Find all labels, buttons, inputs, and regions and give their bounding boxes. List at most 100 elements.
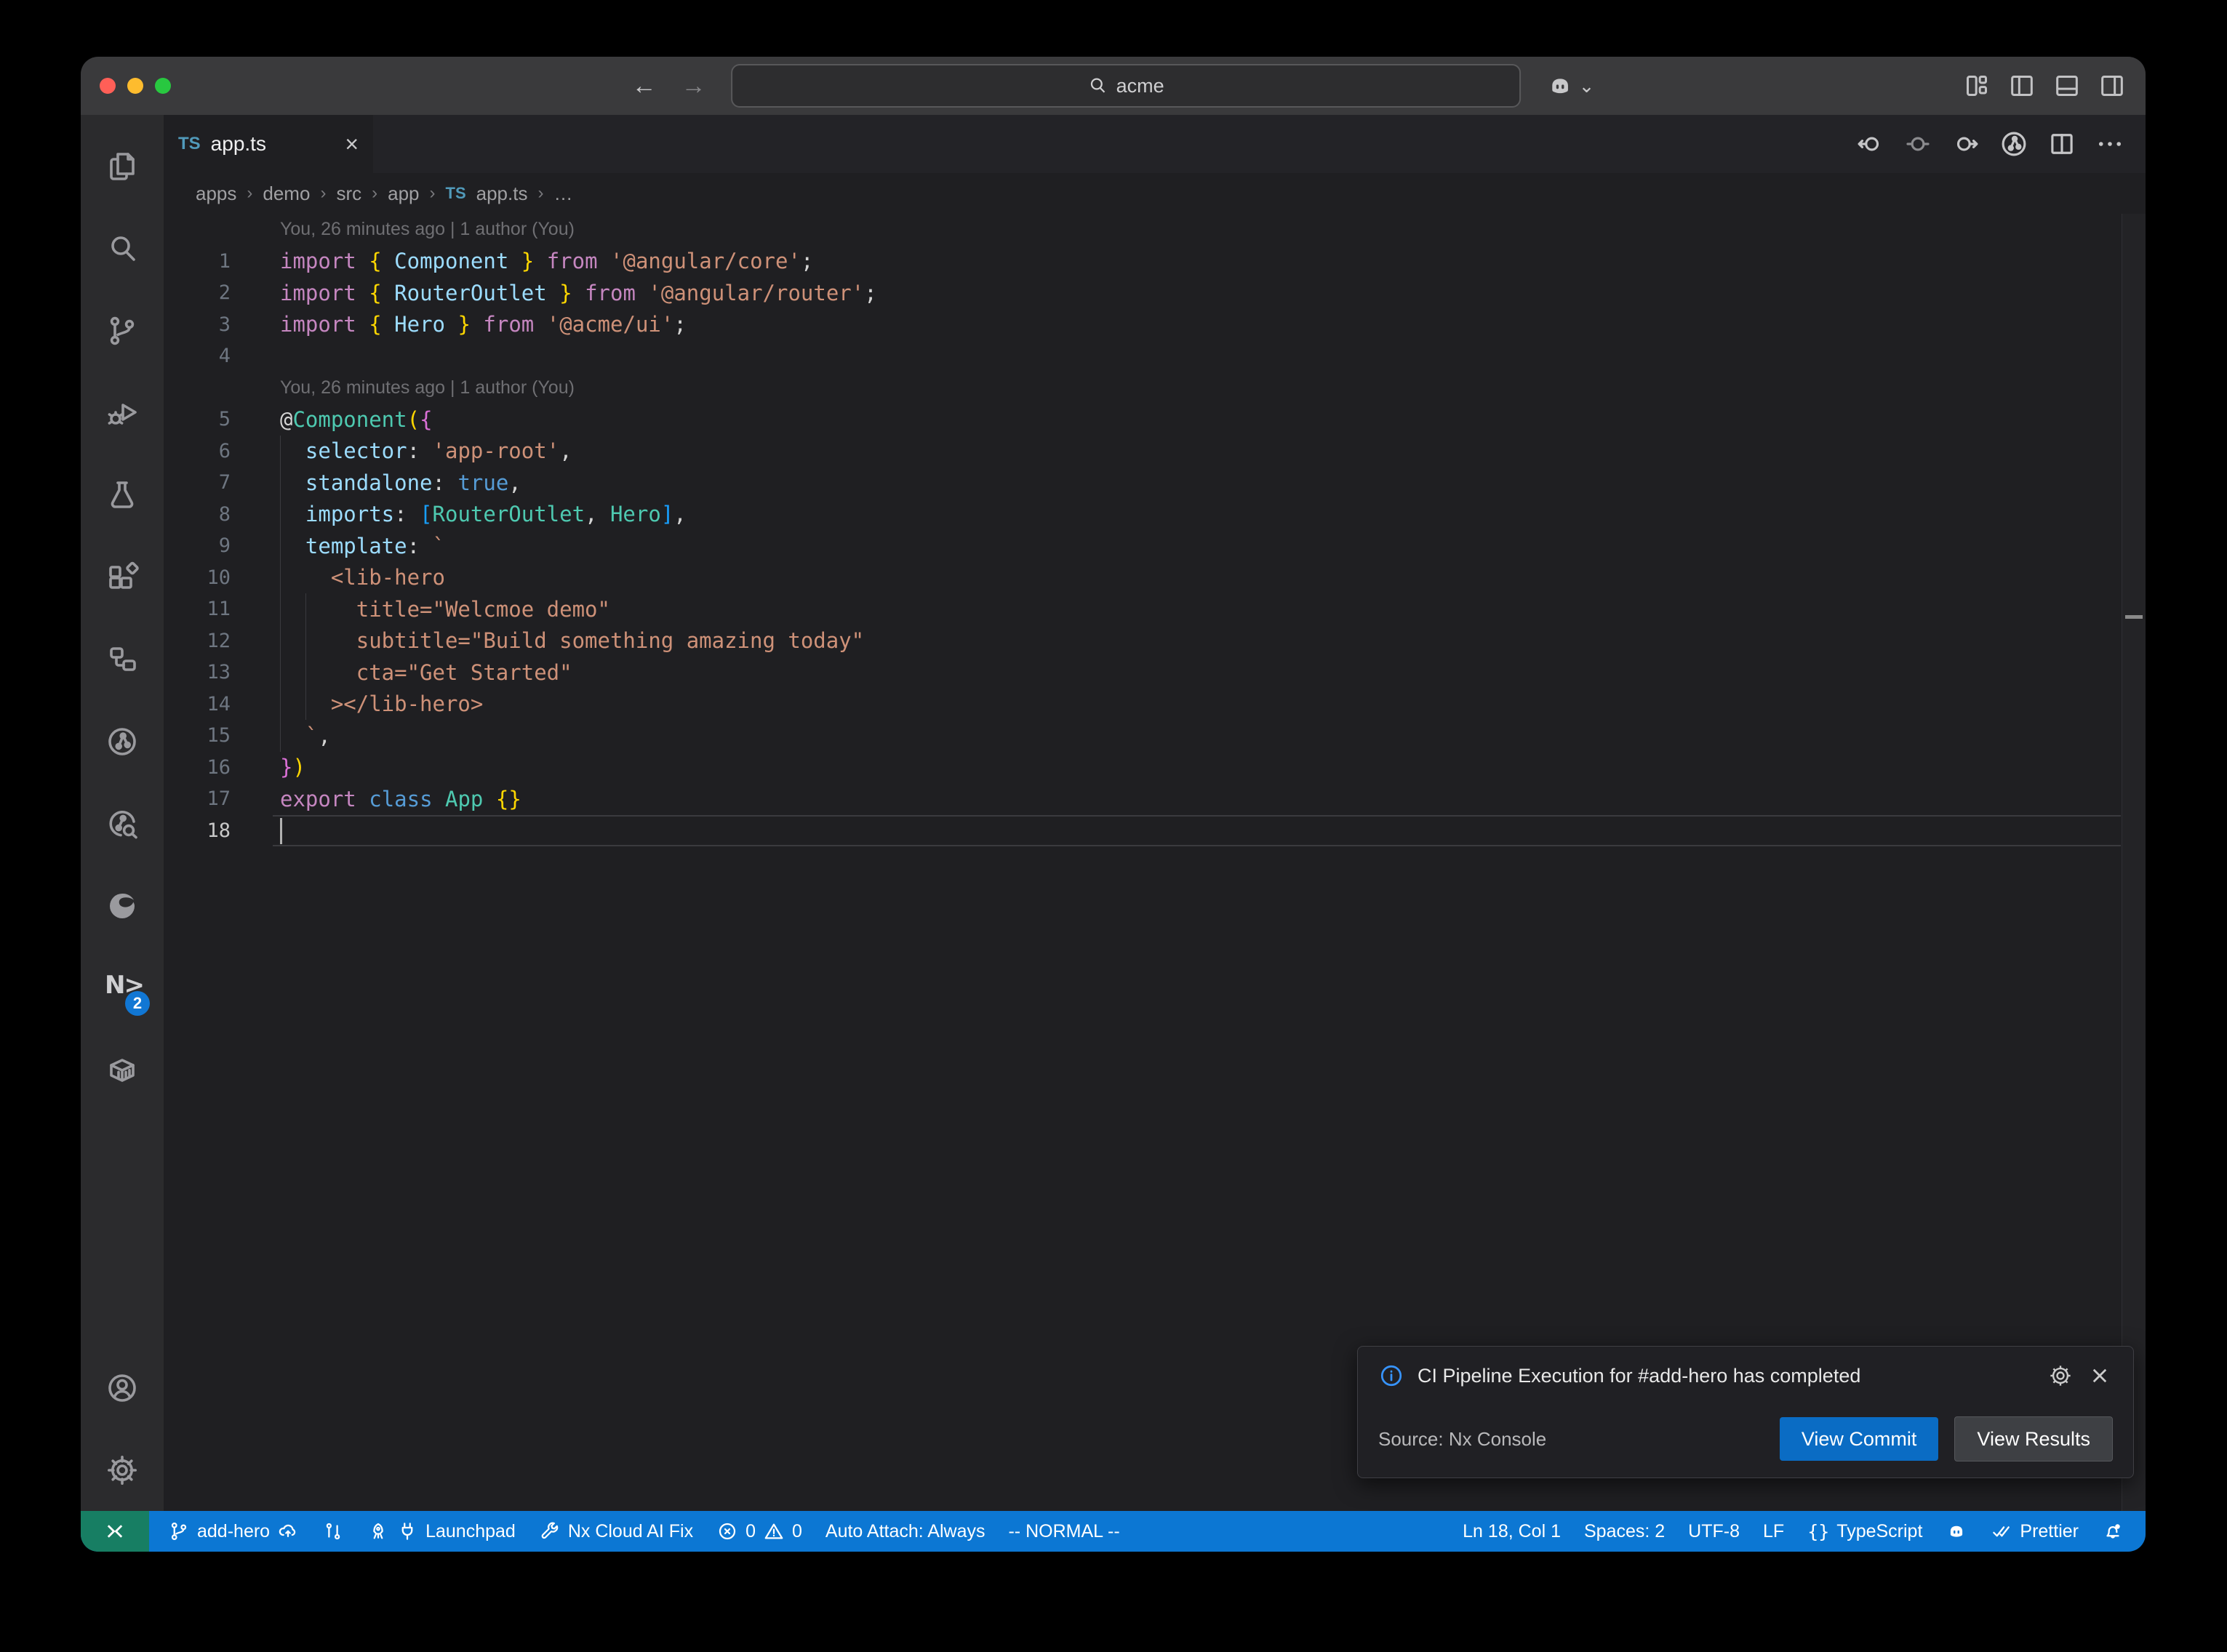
vim-mode-status-item[interactable]: -- NORMAL -- bbox=[996, 1511, 1131, 1552]
indentation-status-item[interactable]: Spaces: 2 bbox=[1572, 1511, 1676, 1552]
editor-scrollbar[interactable] bbox=[2122, 214, 2146, 1511]
code-line-17[interactable]: 17export class App {} bbox=[164, 783, 2146, 815]
view-results-button[interactable]: View Results bbox=[1954, 1416, 2113, 1461]
status-label: LF bbox=[1763, 1521, 1784, 1542]
code-line-8[interactable]: 8 imports: [RouterOutlet, Hero], bbox=[164, 499, 2146, 531]
git-branch-icon bbox=[105, 313, 140, 348]
extensions-icon bbox=[105, 560, 140, 595]
breadcrumb-item-src[interactable]: src bbox=[336, 183, 361, 205]
nx-cloud-fix-status-item[interactable]: Nx Cloud AI Fix bbox=[527, 1511, 705, 1552]
activity-bar: N>2 bbox=[81, 115, 164, 1511]
git-blame-annotation[interactable]: You, 26 minutes ago | 1 author (You) bbox=[164, 372, 2146, 404]
copilot-status-item[interactable] bbox=[1934, 1511, 1979, 1552]
breadcrumb-item-demo[interactable]: demo bbox=[263, 183, 310, 205]
nav-forward-circle-icon[interactable] bbox=[1951, 129, 1981, 159]
code-line-14[interactable]: 14 ></lib-hero> bbox=[164, 689, 2146, 721]
command-center-search[interactable]: acme bbox=[731, 64, 1521, 108]
git-blame-annotation[interactable]: You, 26 minutes ago | 1 author (You) bbox=[164, 214, 2146, 246]
code-line-15[interactable]: 15 `, bbox=[164, 720, 2146, 752]
status-label: TypeScript bbox=[1836, 1521, 1922, 1542]
prettier-status-item[interactable]: Prettier bbox=[1979, 1511, 2090, 1552]
code-line-13[interactable]: 13 cta="Get Started" bbox=[164, 657, 2146, 689]
activity-item-search[interactable] bbox=[90, 207, 154, 289]
language-status-item[interactable]: {}TypeScript bbox=[1796, 1511, 1934, 1552]
customize-layout-icon[interactable] bbox=[1962, 71, 1991, 100]
activity-item-settings[interactable] bbox=[90, 1429, 154, 1511]
code-line-10[interactable]: 10 <lib-hero bbox=[164, 562, 2146, 594]
breadcrumb-item-app[interactable]: app bbox=[388, 183, 419, 205]
tab-app-ts[interactable]: TS app.ts × bbox=[164, 115, 373, 173]
breadcrumb-separator-icon: › bbox=[320, 183, 326, 204]
git-branch-icon bbox=[168, 1520, 190, 1542]
encoding-status-item[interactable]: UTF-8 bbox=[1676, 1511, 1751, 1552]
breadcrumb-label: app.ts bbox=[476, 183, 528, 205]
eol-status-item[interactable]: LF bbox=[1751, 1511, 1796, 1552]
radio-circle-icon[interactable] bbox=[1903, 129, 1933, 159]
code-line-3[interactable]: 3import { Hero } from '@acme/ui'; bbox=[164, 309, 2146, 341]
status-label: add-hero bbox=[197, 1521, 270, 1542]
close-window-button[interactable] bbox=[100, 78, 116, 94]
code-line-12[interactable]: 12 subtitle="Build something amazing tod… bbox=[164, 625, 2146, 657]
code-line-6[interactable]: 6 selector: 'app-root', bbox=[164, 436, 2146, 468]
notification-source: Source: Nx Console bbox=[1378, 1428, 1764, 1451]
code-line-2[interactable]: 2import { RouterOutlet } from '@angular/… bbox=[164, 277, 2146, 309]
activity-item-nx-console[interactable]: N>2 bbox=[90, 947, 154, 1029]
zoom-window-button[interactable] bbox=[155, 78, 171, 94]
timeline-graph-icon[interactable] bbox=[1999, 129, 2029, 159]
auto-attach-status-item[interactable]: Auto Attach: Always bbox=[814, 1511, 997, 1552]
code-editor[interactable]: You, 26 minutes ago | 1 author (You)1imp… bbox=[164, 214, 2146, 1511]
files-icon bbox=[105, 149, 140, 184]
activity-item-extensions[interactable] bbox=[90, 536, 154, 618]
split-editor-icon[interactable] bbox=[2047, 129, 2077, 159]
toggle-secondary-sidebar-icon[interactable] bbox=[2098, 71, 2127, 100]
activity-item-containers[interactable] bbox=[90, 1029, 154, 1111]
code-line-7[interactable]: 7 standalone: true, bbox=[164, 467, 2146, 499]
nav-back-circle-icon[interactable] bbox=[1855, 129, 1885, 159]
nav-forward-icon[interactable]: → bbox=[681, 73, 706, 98]
code-line-4[interactable]: 4 bbox=[164, 340, 2146, 372]
remote-indicator[interactable] bbox=[81, 1511, 149, 1552]
code-line-1[interactable]: 1import { Component } from '@angular/cor… bbox=[164, 246, 2146, 278]
toggle-sidebar-icon[interactable] bbox=[2007, 71, 2036, 100]
breadcrumb-item-app.ts[interactable]: TSapp.ts bbox=[446, 183, 528, 205]
cursor-position-status-item[interactable]: Ln 18, Col 1 bbox=[1451, 1511, 1572, 1552]
code-line-5[interactable]: 5@Component({ bbox=[164, 404, 2146, 436]
code-line-18[interactable]: 18 bbox=[164, 815, 2146, 847]
code-line-11[interactable]: 11 title="Welcmoe demo" bbox=[164, 593, 2146, 625]
toggle-panel-icon[interactable] bbox=[2052, 71, 2082, 100]
compare-status-item[interactable] bbox=[311, 1511, 356, 1552]
activity-item-commit-graph[interactable] bbox=[90, 700, 154, 782]
launchpad-status-item[interactable]: Launchpad bbox=[356, 1511, 527, 1552]
copilot-menu[interactable]: ⌄ bbox=[1546, 71, 1595, 100]
view-commit-button[interactable]: View Commit bbox=[1780, 1417, 1939, 1461]
layout-controls bbox=[1962, 71, 2127, 100]
activity-item-account[interactable] bbox=[90, 1347, 154, 1429]
line-number: 9 bbox=[164, 534, 231, 557]
activity-item-hierarchy[interactable] bbox=[90, 618, 154, 700]
activity-item-run-debug[interactable] bbox=[90, 372, 154, 454]
overview-ruler-mark bbox=[2125, 615, 2143, 619]
activity-item-edge-tools[interactable] bbox=[90, 865, 154, 947]
more-actions-icon[interactable] bbox=[2095, 129, 2125, 159]
problems-status-item[interactable]: 00 bbox=[705, 1511, 814, 1552]
code-line-9[interactable]: 9 template: ` bbox=[164, 530, 2146, 562]
nav-back-icon[interactable]: ← bbox=[632, 73, 657, 98]
notification-close-icon[interactable] bbox=[2087, 1363, 2113, 1389]
breadcrumb-separator-icon: › bbox=[372, 183, 377, 204]
branch-status-item[interactable]: add-hero bbox=[156, 1511, 311, 1552]
line-content: template: ` bbox=[231, 534, 445, 558]
activity-item-explorer[interactable] bbox=[90, 125, 154, 207]
notification-gear-icon[interactable] bbox=[2047, 1363, 2074, 1389]
status-label: Ln 18, Col 1 bbox=[1463, 1521, 1561, 1542]
minimize-window-button[interactable] bbox=[127, 78, 143, 94]
close-tab-icon[interactable]: × bbox=[345, 132, 359, 156]
breadcrumb-item-apps[interactable]: apps bbox=[196, 183, 236, 205]
code-line-16[interactable]: 16}) bbox=[164, 752, 2146, 784]
activity-item-source-control[interactable] bbox=[90, 289, 154, 372]
indent-guide bbox=[280, 436, 281, 752]
activity-item-graph-search[interactable] bbox=[90, 782, 154, 865]
activity-item-testing[interactable] bbox=[90, 454, 154, 536]
breadcrumb-label: src bbox=[336, 183, 361, 205]
breadcrumb-item-more[interactable]: … bbox=[553, 183, 572, 205]
notifications-bell-item[interactable] bbox=[2090, 1511, 2135, 1552]
